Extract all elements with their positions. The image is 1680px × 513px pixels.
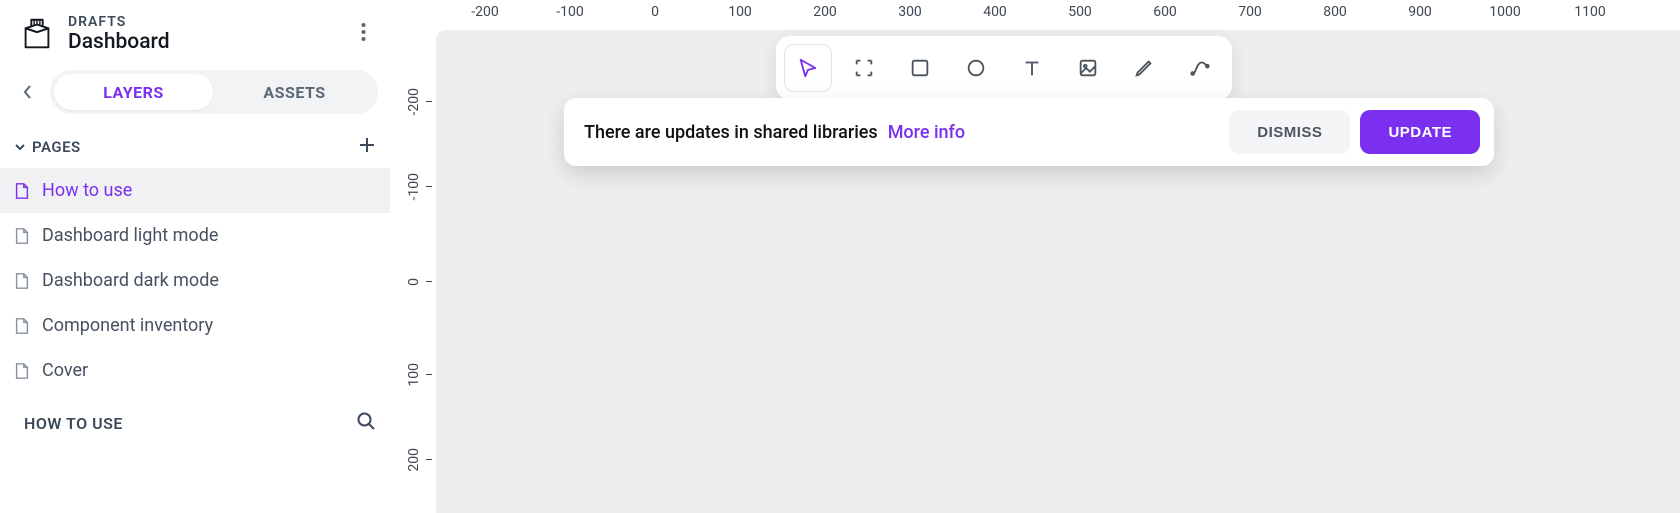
page-icon — [14, 317, 30, 335]
ruler-tick: 600 — [1153, 4, 1177, 20]
back-button[interactable] — [12, 76, 44, 108]
tool-pencil[interactable] — [1120, 44, 1168, 92]
pages-label: PAGES — [32, 138, 81, 156]
ruler-tick: 100 — [406, 363, 422, 387]
tool-text[interactable] — [1008, 44, 1056, 92]
project-logo-icon[interactable] — [18, 15, 56, 53]
ruler-tick: 1100 — [1574, 4, 1605, 20]
page-item-dashboard-dark[interactable]: Dashboard dark mode — [0, 258, 390, 303]
ruler-vertical[interactable]: -200 -100 0 100 200 — [390, 30, 436, 513]
layer-section-header: HOW TO USE — [0, 393, 390, 435]
page-item-component-inventory[interactable]: Component inventory — [0, 303, 390, 348]
update-button[interactable]: UPDATE — [1360, 110, 1480, 154]
ruler-tick: 100 — [728, 4, 752, 20]
library-update-notification: There are updates in shared libraries Mo… — [564, 98, 1494, 166]
chevron-down-icon — [14, 142, 26, 152]
ruler-tick: 200 — [813, 4, 837, 20]
notification-more-info-link[interactable]: More info — [888, 122, 965, 143]
ruler-tick: -100 — [556, 4, 583, 20]
app-root: DRAFTS Dashboard LAYERS ASSETS PAGES — [0, 0, 1680, 513]
notification-text: There are updates in shared libraries — [584, 122, 878, 143]
sidebar-tabs-row: LAYERS ASSETS — [0, 64, 390, 122]
page-icon — [14, 362, 30, 380]
ruler-tick: -100 — [406, 173, 422, 200]
project-title-block: DRAFTS Dashboard — [68, 14, 355, 54]
project-title[interactable]: Dashboard — [68, 30, 355, 54]
ruler-tick: 1000 — [1489, 4, 1520, 20]
ruler-tick: 400 — [983, 4, 1007, 20]
ruler-tick: 700 — [1238, 4, 1262, 20]
more-options-icon[interactable] — [355, 16, 372, 52]
pages-toggle[interactable]: PAGES — [14, 138, 81, 156]
ruler-tick: 800 — [1323, 4, 1347, 20]
dismiss-button[interactable]: DISMISS — [1229, 110, 1350, 154]
add-page-button[interactable] — [358, 136, 376, 158]
sidebar: DRAFTS Dashboard LAYERS ASSETS PAGES — [0, 0, 390, 513]
tab-layers[interactable]: LAYERS — [54, 74, 213, 110]
ruler-horizontal[interactable]: -200 -100 0 100 200 300 400 500 600 700 … — [390, 0, 1680, 30]
tool-curve[interactable] — [1176, 44, 1224, 92]
page-icon — [14, 227, 30, 245]
ruler-tick: -200 — [471, 4, 498, 20]
pages-section-header: PAGES — [0, 122, 390, 168]
ruler-tick: 0 — [651, 4, 659, 20]
page-label: Cover — [42, 360, 88, 381]
breadcrumb[interactable]: DRAFTS — [68, 14, 355, 30]
page-item-how-to-use[interactable]: How to use — [0, 168, 390, 213]
ruler-tick: 300 — [898, 4, 922, 20]
page-label: Dashboard light mode — [42, 225, 218, 246]
page-icon — [14, 272, 30, 290]
canvas-toolbar — [776, 36, 1232, 100]
tool-image[interactable] — [1064, 44, 1112, 92]
canvas-area: -200 -100 0 100 200 300 400 500 600 700 … — [390, 0, 1680, 513]
project-header: DRAFTS Dashboard — [0, 0, 390, 64]
page-label: How to use — [42, 180, 132, 201]
tab-assets[interactable]: ASSETS — [215, 74, 374, 110]
page-item-dashboard-light[interactable]: Dashboard light mode — [0, 213, 390, 258]
tool-rectangle[interactable] — [896, 44, 944, 92]
ruler-tick: 0 — [406, 278, 422, 286]
page-item-cover[interactable]: Cover — [0, 348, 390, 393]
tool-move[interactable] — [784, 44, 832, 92]
sidebar-tabs: LAYERS ASSETS — [50, 70, 378, 114]
tool-frame[interactable] — [840, 44, 888, 92]
ruler-tick: 900 — [1408, 4, 1432, 20]
page-label: Component inventory — [42, 315, 213, 336]
page-label: Dashboard dark mode — [42, 270, 219, 291]
ruler-tick: 200 — [406, 448, 422, 472]
ruler-tick: -200 — [406, 88, 422, 115]
tool-ellipse[interactable] — [952, 44, 1000, 92]
pages-list: How to use Dashboard light mode Dashboar… — [0, 168, 390, 393]
layer-section-title: HOW TO USE — [24, 414, 123, 433]
search-icon[interactable] — [356, 411, 376, 435]
ruler-tick: 500 — [1068, 4, 1092, 20]
page-icon — [14, 182, 30, 200]
